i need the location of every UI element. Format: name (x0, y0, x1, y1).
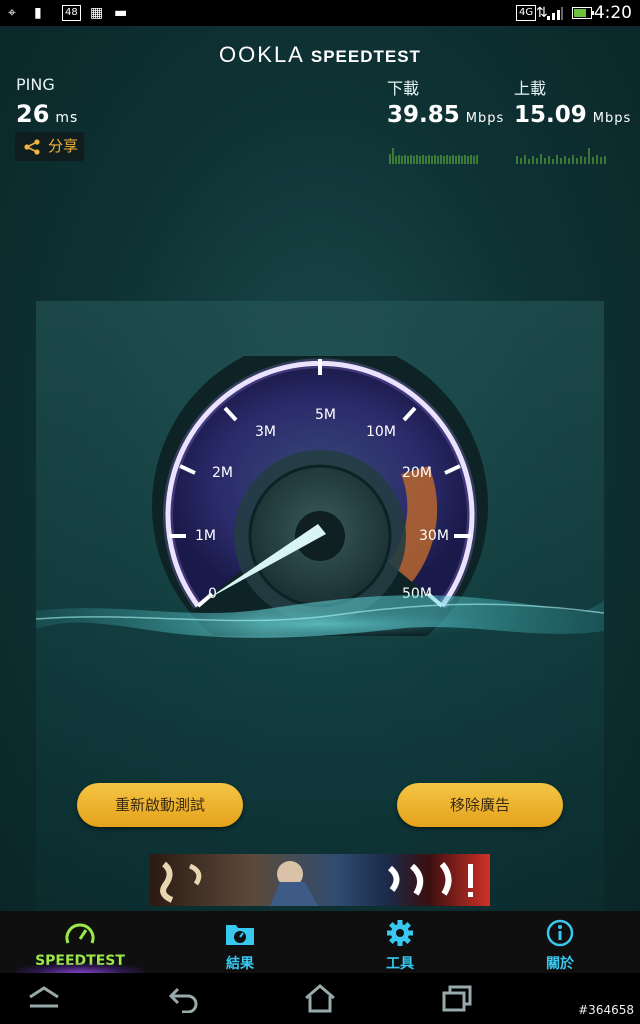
info-icon (546, 919, 574, 947)
gauge-tick-label: 20M (402, 465, 432, 481)
battery-icon (572, 7, 594, 19)
system-nav-bar (0, 973, 640, 1024)
tab-label: 關於 (546, 956, 574, 972)
gauge-tick-label: 10M (366, 424, 396, 440)
gauge-tick-label: 2M (212, 465, 233, 481)
restart-test-button[interactable]: 重新啟動測試 (77, 783, 243, 827)
upload-label: 上載 (514, 79, 547, 98)
back-icon[interactable] (166, 983, 202, 1013)
ad-banner-artwork (160, 861, 473, 906)
bottom-tab-bar: SPEEDTEST 結果 工具 關於 (0, 911, 640, 973)
download-sparkline (389, 148, 478, 164)
share-button[interactable]: 分享 (15, 132, 84, 161)
download-value: 39.85 (387, 102, 460, 128)
tab-about[interactable]: 關於 (480, 911, 640, 973)
speedtest-screen: OOKLA SPEEDTEST PING 26 ms 分享 下載 39.85 Mbps (0, 26, 640, 911)
active-tab-glow (16, 963, 144, 973)
clock: 4:20 (593, 3, 632, 23)
app-notification-icon: ▦ (90, 5, 104, 21)
tab-label: 結果 (226, 956, 254, 972)
tab-tools[interactable]: 工具 (320, 911, 480, 973)
sim-icon: ▮ (34, 5, 42, 21)
tab-results[interactable]: 結果 (160, 911, 320, 973)
ping-label: PING (16, 75, 55, 94)
recent-apps-icon[interactable] (440, 983, 476, 1013)
signal-icon (547, 7, 563, 20)
ad-banner[interactable] (150, 854, 490, 906)
tab-speedtest[interactable]: SPEEDTEST (0, 911, 160, 973)
upload-value: 15.09 (514, 102, 587, 128)
logo-speedtest-text: SPEEDTEST (310, 47, 421, 66)
upload-readout: 15.09 Mbps (514, 102, 631, 128)
ping-readout: 26 ms (16, 100, 78, 128)
logo-ookla-text: OOKLA (219, 42, 305, 67)
results-folder-icon (226, 925, 254, 945)
remove-ads-button[interactable]: 移除廣告 (397, 783, 563, 827)
ping-unit: ms (55, 110, 79, 126)
wave-band (36, 595, 604, 638)
status-bar: ⌖ ▮ 48 ▦ ▬ 4G ⇅ 4:20 (0, 0, 640, 26)
tab-label: 工具 (386, 956, 414, 972)
gauge-icon (65, 923, 95, 944)
download-label: 下載 (387, 79, 420, 98)
ookla-logo: OOKLA SPEEDTEST (0, 42, 640, 68)
notification-badge: 48 (62, 5, 81, 21)
gauge-tick-label: 5M (315, 407, 336, 423)
share-icon (24, 139, 40, 155)
home-icon[interactable] (302, 983, 338, 1013)
gauge-tick-label: 30M (419, 528, 449, 544)
upload-sparkline (516, 148, 606, 164)
network-type: 4G (516, 5, 537, 21)
watermark: #364658 (578, 1003, 634, 1017)
upload-unit: Mbps (592, 111, 632, 126)
download-readout: 39.85 Mbps (387, 102, 504, 128)
nav-menu-chevron-icon[interactable] (26, 983, 62, 1013)
download-unit: Mbps (465, 111, 505, 126)
ping-value: 26 (16, 100, 50, 128)
image-icon: ▬ (114, 5, 128, 21)
gauge-tick-label: 1M (195, 528, 216, 544)
gauge-tick-label: 3M (255, 424, 276, 440)
share-label: 分享 (48, 137, 79, 155)
gear-icon (387, 920, 413, 946)
gps-icon: ⌖ (8, 5, 16, 21)
